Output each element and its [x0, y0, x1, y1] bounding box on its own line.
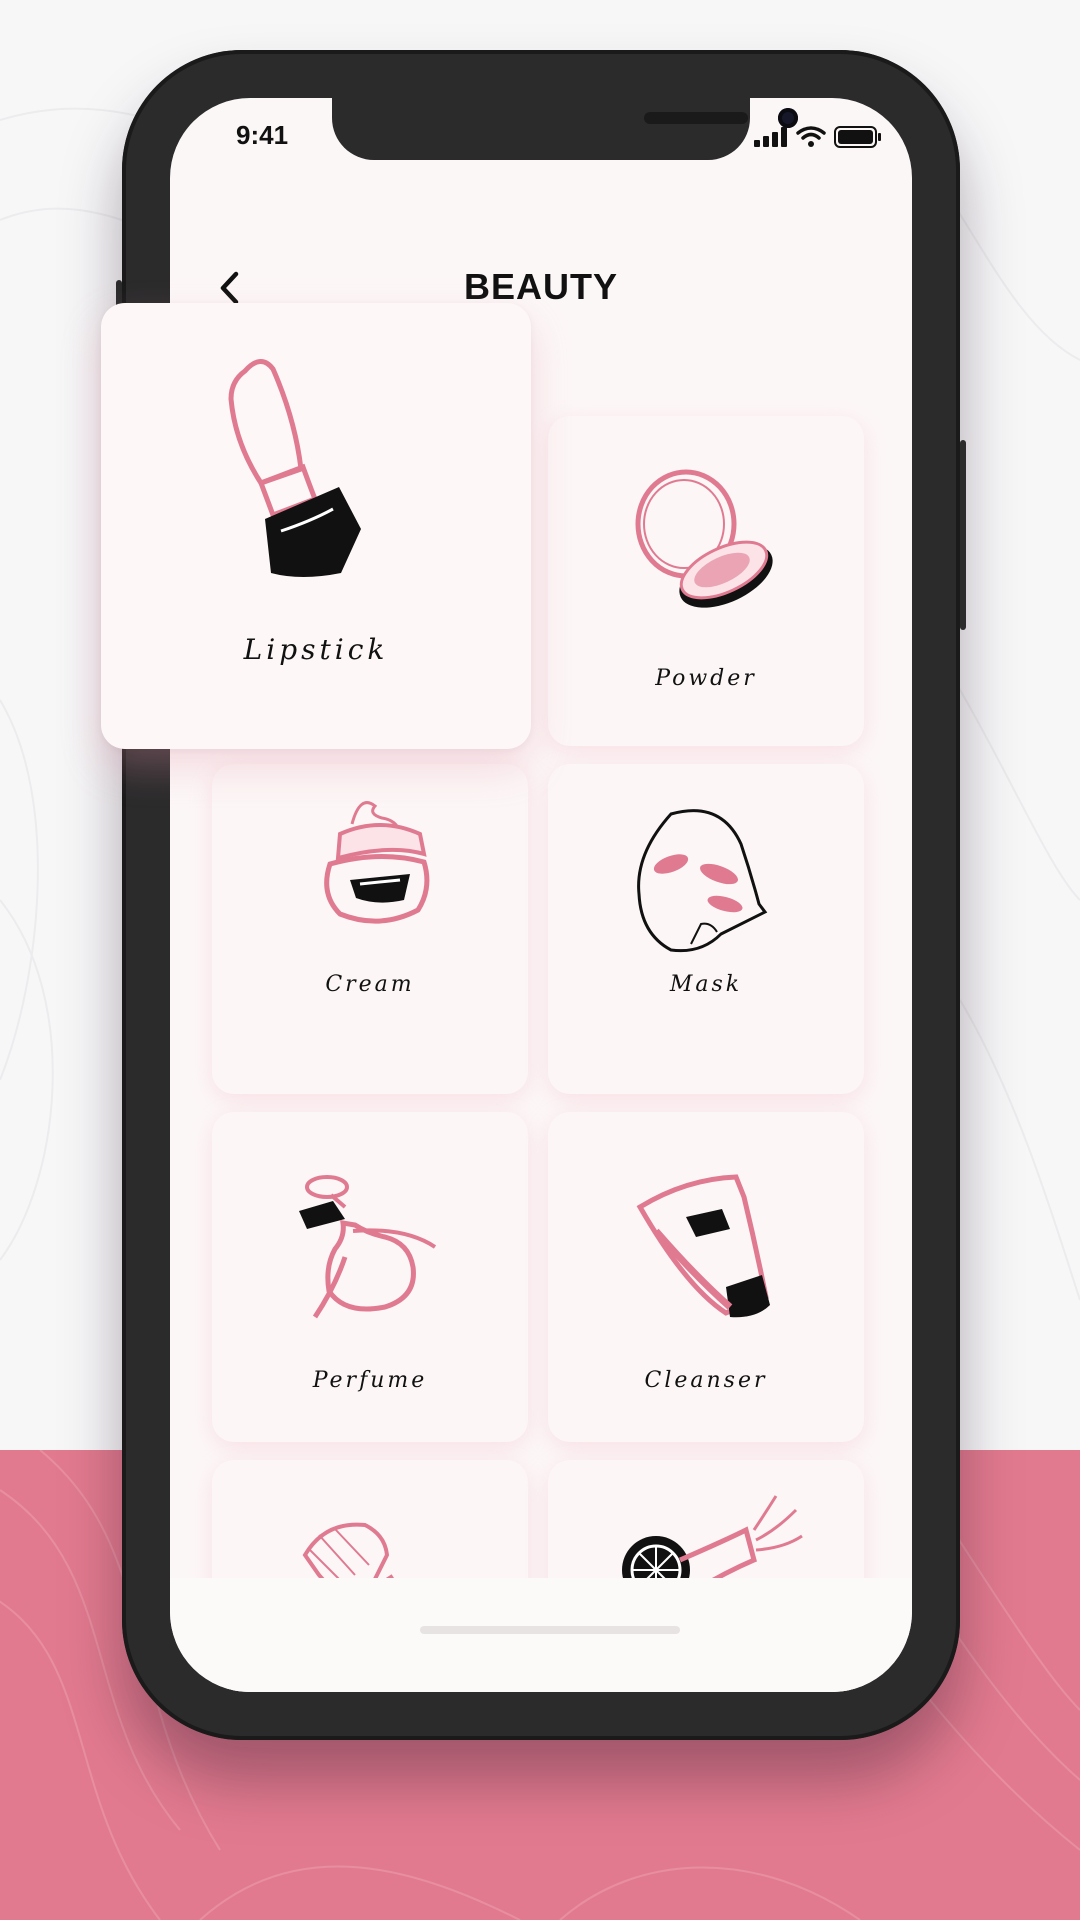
- category-label: Lipstick: [243, 633, 389, 666]
- category-card-perfume[interactable]: Perfume: [212, 1112, 528, 1442]
- cleanser-tube-icon: [636, 1174, 770, 1318]
- front-camera: [778, 108, 798, 128]
- category-card-cream[interactable]: Cream: [212, 764, 528, 1094]
- signal-icon: [754, 127, 787, 147]
- category-label: Cleanser: [644, 1368, 768, 1393]
- category-card-lipstick[interactable]: Lipstick: [101, 303, 531, 749]
- perfume-bottle-icon: [299, 1175, 437, 1319]
- speaker: [644, 112, 748, 124]
- category-label: Mask: [669, 972, 743, 997]
- battery-icon: [834, 126, 881, 148]
- category-card-mask[interactable]: Mask: [548, 764, 864, 1094]
- bottom-bar: [170, 1578, 912, 1692]
- home-indicator[interactable]: [420, 1626, 680, 1634]
- status-time: 9:41: [236, 120, 289, 150]
- page-title: BEAUTY: [463, 266, 618, 307]
- lipstick-icon: [228, 359, 361, 577]
- category-card-cleanser[interactable]: Cleanser: [548, 1112, 864, 1442]
- wifi-icon: [796, 126, 826, 147]
- face-mask-icon: [637, 809, 768, 953]
- powder-compact-icon: [635, 469, 773, 608]
- status-icons: [754, 126, 882, 148]
- power-button: [960, 440, 966, 630]
- notch: [332, 98, 798, 160]
- category-label: Perfume: [312, 1368, 428, 1393]
- category-card-powder[interactable]: Powder: [548, 416, 864, 746]
- cream-jar-icon: [324, 801, 430, 924]
- category-label: Cream: [325, 972, 415, 997]
- category-label: Powder: [655, 666, 757, 691]
